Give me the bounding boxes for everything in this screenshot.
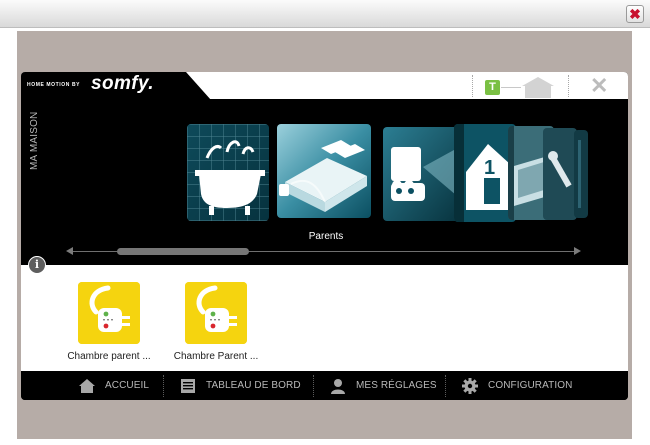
nav-label: ACCUEIL xyxy=(105,380,150,391)
touch-mode-icon[interactable]: T xyxy=(485,80,500,95)
nav-mes-reglages[interactable]: MES RÉGLAGES xyxy=(314,371,445,400)
user-icon xyxy=(329,378,347,394)
dashboard-icon xyxy=(179,378,197,394)
device-item[interactable]: Chambre parent ... xyxy=(59,282,159,362)
bed-icon xyxy=(277,124,371,218)
plug-icon xyxy=(78,282,140,344)
nav-configuration[interactable]: CONFIGURATION xyxy=(446,371,616,400)
close-icon[interactable]: ✕ xyxy=(590,75,608,97)
carousel-scrollbar[interactable] xyxy=(66,246,581,258)
nav-label: CONFIGURATION xyxy=(488,380,573,391)
room-tile-parents[interactable] xyxy=(277,124,371,218)
selected-room-label: Parents xyxy=(308,231,344,242)
brand-name: somfy. xyxy=(91,73,154,94)
house-icon: 1 xyxy=(454,124,516,222)
header-connector xyxy=(501,87,521,88)
app-header: HOME MOTION BY somfy. T ✕ xyxy=(21,72,628,100)
room-tile-bathroom[interactable] xyxy=(187,124,269,221)
close-icon: ✖ xyxy=(629,6,641,22)
nav-accueil[interactable]: ACCUEIL xyxy=(21,371,163,400)
bathtub-icon xyxy=(187,124,269,221)
tile-edge-icon xyxy=(574,130,588,218)
nav-tableau-de-bord[interactable]: TABLEAU DE BORD xyxy=(164,371,313,400)
room-tile-more[interactable] xyxy=(574,130,588,218)
room-carousel: MA MAISON 1 Parents xyxy=(21,100,628,265)
gear-icon xyxy=(461,377,479,394)
room-tile-house[interactable]: 1 xyxy=(454,124,516,222)
bottom-nav: ACCUEIL TABLEAU DE BORD MES RÉGLAGES CON… xyxy=(21,371,628,400)
projector-icon xyxy=(383,127,463,221)
info-icon[interactable]: i xyxy=(28,256,46,274)
home-icon[interactable] xyxy=(521,76,555,98)
device-item[interactable]: Chambre Parent ... xyxy=(166,282,266,362)
home-icon xyxy=(78,378,96,394)
house-label: MA MAISON xyxy=(29,111,40,170)
tool-icon xyxy=(543,128,577,220)
room-tile-more[interactable] xyxy=(543,128,577,220)
arrow-left-icon[interactable] xyxy=(66,247,73,255)
somfy-app: HOME MOTION BY somfy. T ✕ MA MAISON 1 Pa… xyxy=(21,72,628,400)
app-frame: HOME MOTION BY somfy. T ✕ MA MAISON 1 Pa… xyxy=(17,31,632,439)
device-label: Chambre Parent ... xyxy=(173,351,259,362)
window-close-button[interactable]: ✖ xyxy=(626,5,644,23)
window-titlebar: ✖ xyxy=(0,0,650,28)
header-divider xyxy=(472,75,473,97)
plug-icon xyxy=(185,282,247,344)
nav-label: TABLEAU DE BORD xyxy=(206,380,301,391)
header-divider xyxy=(568,75,569,97)
scroll-thumb[interactable] xyxy=(117,248,250,255)
room-tile-video[interactable] xyxy=(383,127,463,221)
device-list: i Chambre parent ... Chambre Parent ... xyxy=(21,256,628,371)
brand-logo: HOME MOTION BY somfy. xyxy=(21,72,211,100)
arrow-right-icon[interactable] xyxy=(574,247,581,255)
svg-text:1: 1 xyxy=(484,157,495,179)
nav-label: MES RÉGLAGES xyxy=(356,380,437,391)
device-label: Chambre parent ... xyxy=(67,351,151,362)
